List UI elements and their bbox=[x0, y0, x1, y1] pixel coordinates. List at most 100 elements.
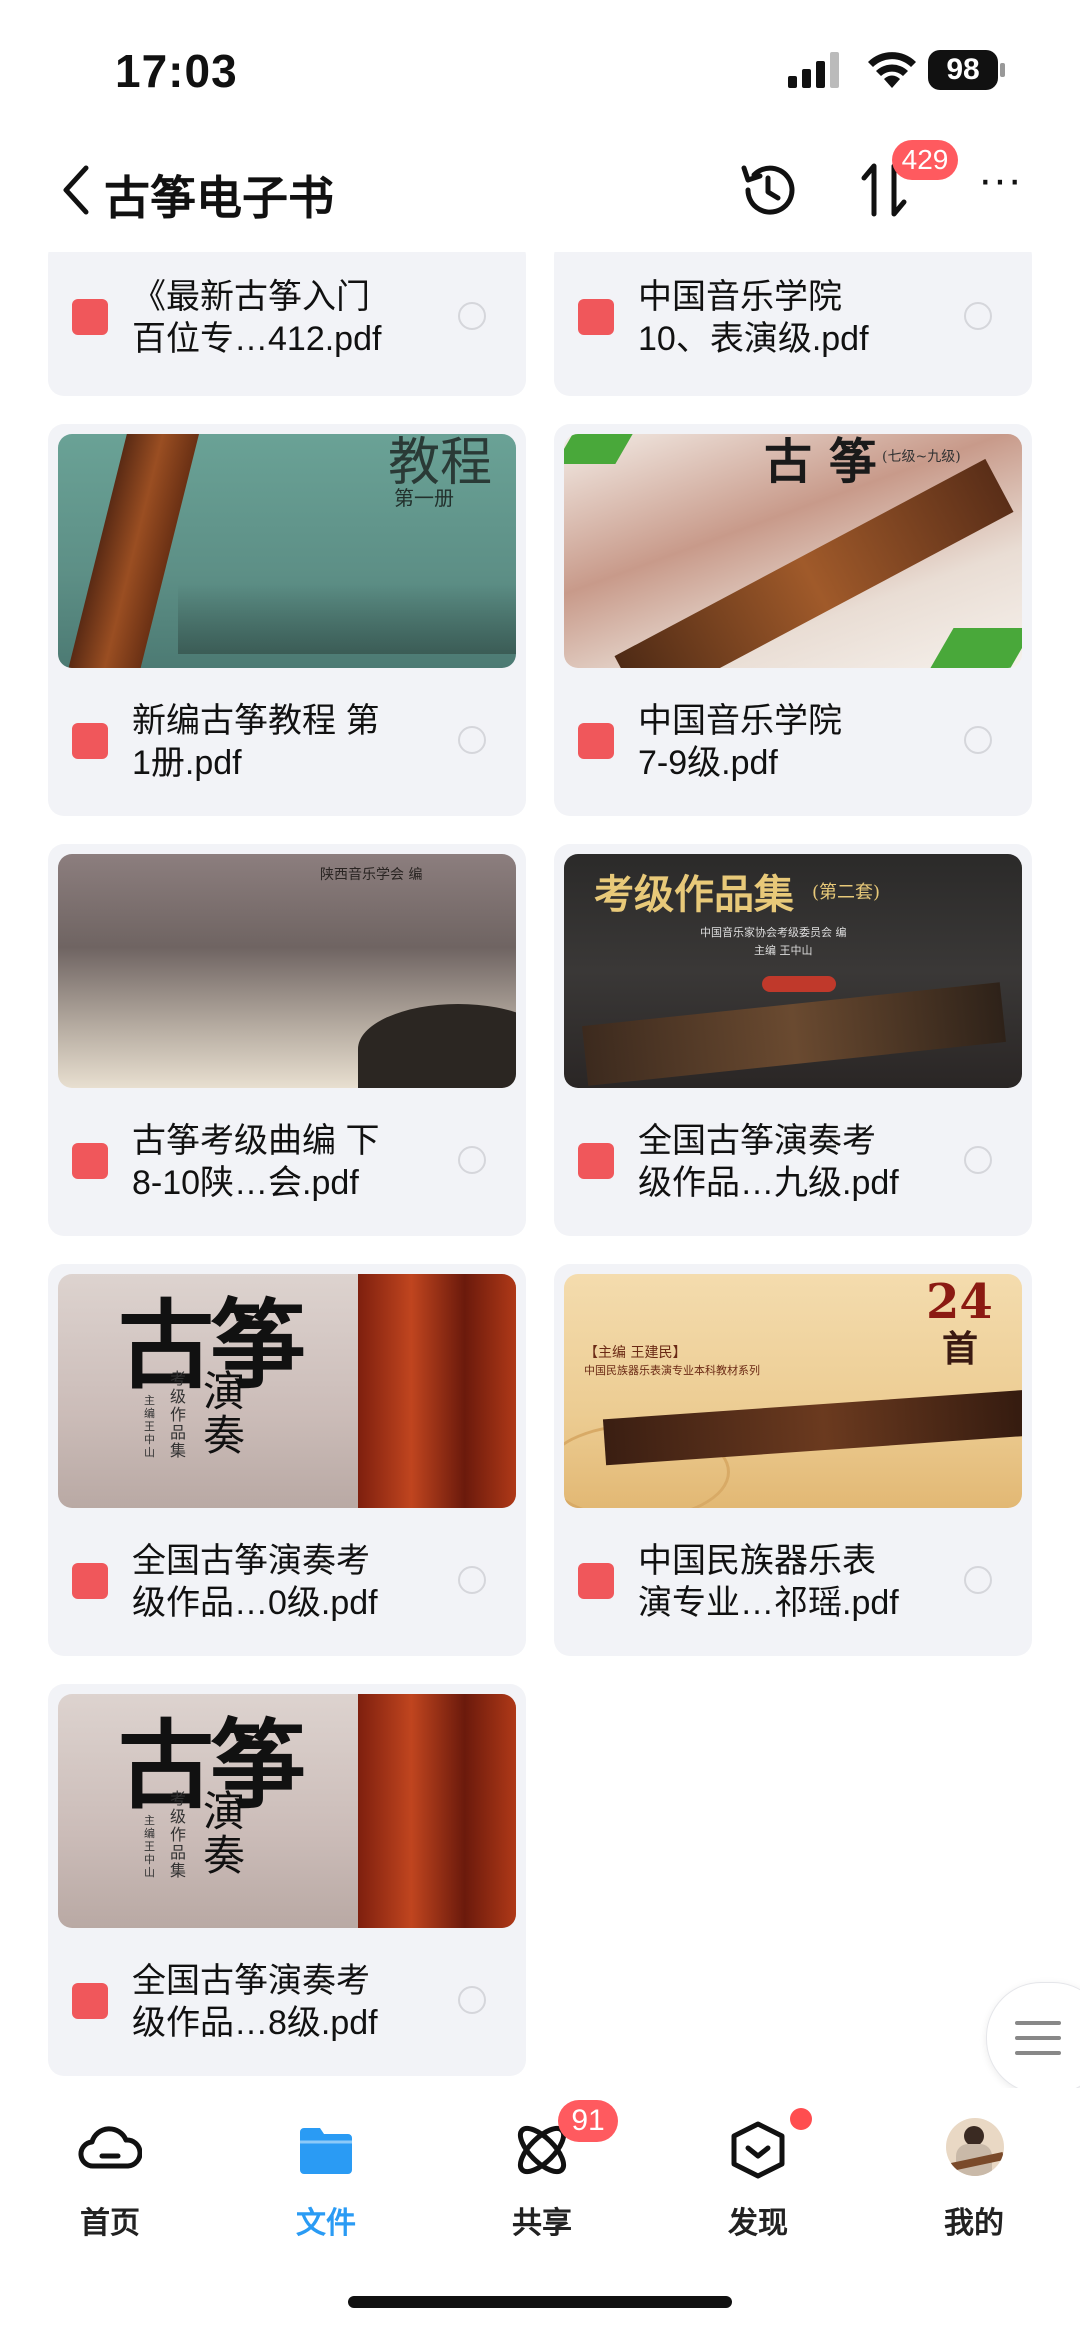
select-checkbox[interactable] bbox=[458, 1146, 486, 1174]
chevron-left-icon[interactable] bbox=[56, 162, 96, 218]
thumb-subtitle: 第一册 bbox=[394, 486, 454, 510]
tab-bar: 首页 文件 91 共享 发现 我的 bbox=[0, 2088, 1080, 2337]
file-grid: 《最新古筝入门 百位专…412.pdf 中国音乐学院 10、表演级.pdf 教程… bbox=[0, 252, 1080, 2088]
thumb-note: 中国音乐家协会考级委员会 编 bbox=[700, 926, 847, 939]
history-icon[interactable] bbox=[736, 158, 800, 222]
file-card[interactable]: 古筝 演奏 考级作品集 主编 王中山 全国古筝演奏考 级作品…8级.pdf bbox=[48, 1684, 526, 2076]
tab-label: 文件 bbox=[296, 2207, 356, 2240]
sort-badge: 429 bbox=[892, 140, 958, 180]
pdf-icon bbox=[578, 1143, 614, 1179]
file-row: 全国古筝演奏考 级作品…8级.pdf bbox=[48, 1936, 526, 2066]
file-row: 全国古筝演奏考 级作品…九级.pdf bbox=[554, 1096, 1032, 1226]
thumb-author: 中国民族器乐表演专业本科教材系列 bbox=[584, 1364, 760, 1377]
file-thumbnail: 陕西音乐学会 编 bbox=[58, 854, 516, 1088]
tab-me[interactable]: 我的 bbox=[894, 2118, 1054, 2258]
tab-label: 发现 bbox=[728, 2207, 788, 2240]
file-row: 中国音乐学院 10、表演级.pdf bbox=[554, 252, 1032, 382]
thumb-subtitle: 首 bbox=[942, 1328, 979, 1370]
thumb-author: 主编 王中山 bbox=[754, 944, 813, 957]
select-checkbox[interactable] bbox=[458, 302, 486, 330]
thumb-subtitle: (第二套) bbox=[812, 882, 881, 903]
file-name: 全国古筝演奏考 级作品…0级.pdf bbox=[132, 1542, 378, 1622]
tab-home[interactable]: 首页 bbox=[30, 2118, 190, 2258]
file-card[interactable]: 中国音乐学院 10、表演级.pdf bbox=[554, 252, 1032, 396]
folder-icon bbox=[300, 2128, 352, 2174]
file-card[interactable]: 《最新古筝入门 百位专…412.pdf bbox=[48, 252, 526, 396]
battery-icon: 98 bbox=[928, 50, 1006, 90]
thumb-subtitle: 演奏 bbox=[203, 1367, 246, 1460]
select-checkbox[interactable] bbox=[964, 302, 992, 330]
more-icon[interactable]: ··· bbox=[968, 158, 1032, 220]
thumb-subtitle: 陕西音乐学会 编 bbox=[320, 867, 423, 883]
file-name: 中国音乐学院 10、表演级.pdf bbox=[638, 278, 869, 358]
file-name: 中国音乐学院 7-9级.pdf bbox=[638, 702, 842, 782]
file-card[interactable]: 考级作品集 (第二套) 中国音乐家协会考级委员会 编 主编 王中山 全国古筝演奏… bbox=[554, 844, 1032, 1236]
menu-icon bbox=[1015, 2021, 1061, 2055]
file-thumbnail: 考级作品集 (第二套) 中国音乐家协会考级委员会 编 主编 王中山 bbox=[564, 854, 1022, 1088]
file-name: 《最新古筝入门 百位专…412.pdf bbox=[132, 278, 382, 358]
file-row: 古筝考级曲编 下 8-10陕…会.pdf bbox=[48, 1096, 526, 1226]
share-badge: 91 bbox=[558, 2100, 618, 2142]
tab-discover[interactable]: 发现 bbox=[678, 2108, 838, 2258]
thumb-note: 考级作品集 bbox=[170, 1789, 187, 1880]
nav-bar: 古筝电子书 429 ··· bbox=[0, 140, 1080, 240]
tab-share[interactable]: 91 共享 bbox=[462, 2100, 622, 2258]
tab-files[interactable]: 文件 bbox=[246, 2118, 406, 2258]
pdf-icon bbox=[578, 299, 614, 335]
file-thumbnail: 24 首 【主编 王建民】 中国民族器乐表演专业本科教材系列 bbox=[564, 1274, 1022, 1508]
file-card[interactable]: 24 首 【主编 王建民】 中国民族器乐表演专业本科教材系列 中国民族器乐表 演… bbox=[554, 1264, 1032, 1656]
thumb-author: 主编 王中山 bbox=[144, 1394, 155, 1459]
file-thumbnail: 古筝 演奏 考级作品集 主编 王中山 bbox=[58, 1694, 516, 1928]
pdf-icon bbox=[72, 1563, 108, 1599]
thumb-note: 【主编 王建民】 bbox=[584, 1345, 687, 1361]
select-checkbox[interactable] bbox=[458, 726, 486, 754]
pdf-icon bbox=[578, 1563, 614, 1599]
file-row: 全国古筝演奏考 级作品…0级.pdf bbox=[48, 1516, 526, 1646]
thumb-title: 考级作品集 bbox=[594, 871, 794, 918]
file-name: 新编古筝教程 第 1册.pdf bbox=[132, 702, 380, 782]
pdf-icon bbox=[72, 299, 108, 335]
status-time: 17:03 bbox=[115, 45, 238, 97]
file-thumbnail: 古筝 演奏 考级作品集 主编 王中山 bbox=[58, 1274, 516, 1508]
file-name: 中国民族器乐表 演专业…祁瑶.pdf bbox=[638, 1542, 899, 1622]
thumb-subtitle: (七级~九级) bbox=[882, 449, 961, 465]
select-checkbox[interactable] bbox=[964, 726, 992, 754]
file-row: 新编古筝教程 第 1册.pdf bbox=[48, 676, 526, 806]
discover-icon bbox=[731, 2121, 785, 2179]
file-name: 全国古筝演奏考 级作品…九级.pdf bbox=[638, 1122, 899, 1202]
status-bar: 17:03 98 bbox=[0, 0, 1080, 130]
file-row: 中国民族器乐表 演专业…祁瑶.pdf bbox=[554, 1516, 1032, 1646]
pdf-icon bbox=[72, 723, 108, 759]
tab-label: 共享 bbox=[512, 2207, 572, 2240]
file-card[interactable]: 教程 第一册 新编古筝教程 第 1册.pdf bbox=[48, 424, 526, 816]
pdf-icon bbox=[72, 1143, 108, 1179]
page-title: 古筝电子书 bbox=[104, 172, 334, 224]
file-card[interactable]: 古筝 演奏 考级作品集 主编 王中山 全国古筝演奏考 级作品…0级.pdf bbox=[48, 1264, 526, 1656]
battery-level: 98 bbox=[928, 50, 998, 90]
thumb-title: 古 筝 bbox=[764, 434, 877, 490]
thumb-subtitle: 演奏 bbox=[203, 1787, 246, 1880]
pdf-icon bbox=[578, 723, 614, 759]
select-checkbox[interactable] bbox=[964, 1146, 992, 1174]
tab-label: 首页 bbox=[80, 2207, 140, 2240]
thumb-author: 主编 王中山 bbox=[144, 1814, 155, 1879]
select-checkbox[interactable] bbox=[964, 1566, 992, 1594]
file-row: 《最新古筝入门 百位专…412.pdf bbox=[48, 252, 526, 382]
file-row: 中国音乐学院 7-9级.pdf bbox=[554, 676, 1032, 806]
file-card[interactable]: 陕西音乐学会 编 古筝考级曲编 下 8-10陕…会.pdf bbox=[48, 844, 526, 1236]
wifi-icon bbox=[868, 52, 916, 88]
select-checkbox[interactable] bbox=[458, 1986, 486, 2014]
battery-tip bbox=[1000, 63, 1005, 77]
file-thumbnail: 古 筝 (七级~九级) bbox=[564, 434, 1022, 668]
select-checkbox[interactable] bbox=[458, 1566, 486, 1594]
file-card[interactable]: 古 筝 (七级~九级) 中国音乐学院 7-9级.pdf bbox=[554, 424, 1032, 816]
signal-icon bbox=[788, 52, 839, 88]
file-name: 古筝考级曲编 下 8-10陕…会.pdf bbox=[132, 1122, 380, 1202]
cloud-icon bbox=[78, 2126, 142, 2169]
home-indicator bbox=[348, 2296, 732, 2308]
file-thumbnail: 教程 第一册 bbox=[58, 434, 516, 668]
thumb-note: 考级作品集 bbox=[170, 1369, 187, 1460]
file-name: 全国古筝演奏考 级作品…8级.pdf bbox=[132, 1962, 378, 2042]
pdf-icon bbox=[72, 1983, 108, 2019]
notification-dot bbox=[790, 2108, 812, 2130]
